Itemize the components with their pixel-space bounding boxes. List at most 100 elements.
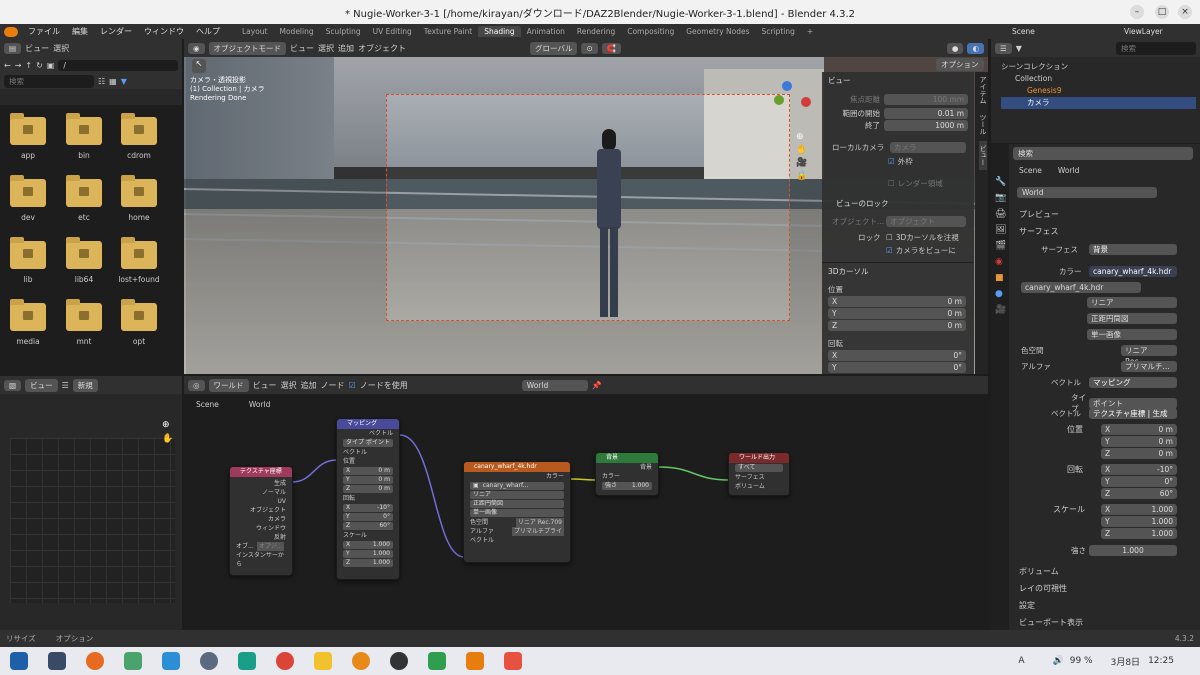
tab-scripting[interactable]: Scripting — [756, 26, 801, 37]
strength-field[interactable]: 1.000 — [1089, 545, 1177, 556]
color-field[interactable]: canary_wharf_4k.hdr — [1089, 266, 1177, 277]
tab-texture-paint[interactable]: Texture Paint — [418, 26, 478, 37]
vp-menu-add[interactable]: 追加 — [338, 43, 354, 54]
data-tab-icon[interactable]: 🎥 — [995, 302, 1006, 318]
volume-icon[interactable]: 🔊 — [1053, 656, 1064, 666]
menu-window[interactable]: ウィンドウ — [138, 26, 190, 37]
new-image-button[interactable]: 新規 — [72, 378, 98, 392]
type-select[interactable]: ポイント — [1089, 397, 1177, 409]
menu-edit[interactable]: 編集 — [66, 26, 94, 37]
fb-menu-select[interactable]: 選択 — [53, 43, 69, 54]
menu-render[interactable]: レンダー — [94, 26, 138, 37]
lock-3dcursor-checkbox[interactable]: ☐ — [886, 233, 893, 242]
prop-rot-z[interactable]: 60° — [1160, 488, 1173, 499]
render-tab-icon[interactable]: 📷 — [995, 190, 1006, 206]
prop-scale-z[interactable]: 1.000 — [1152, 528, 1173, 539]
folder-label-lost-found[interactable]: lost+found — [109, 275, 169, 284]
preview-section[interactable]: プレビュー — [1019, 209, 1059, 220]
tab-layout[interactable]: Layout — [236, 26, 274, 37]
vector2-field[interactable]: テクスチャ座標 | 生成 — [1089, 408, 1177, 419]
parent-icon[interactable]: ↑ — [25, 61, 32, 70]
folder-label-mnt[interactable]: mnt — [54, 337, 114, 346]
constraints-tab-icon[interactable]: ● — [995, 286, 1005, 302]
folder-icon[interactable] — [10, 299, 46, 331]
view-section-header[interactable]: ビュー — [822, 72, 974, 89]
tool-tab-icon[interactable]: 🔧 — [995, 174, 1006, 190]
prop-scale-y[interactable]: 1.000 — [1152, 516, 1173, 527]
store-icon[interactable] — [162, 652, 180, 670]
breadcrumb-scene[interactable]: Scene — [1019, 166, 1042, 175]
prop-loc-y[interactable]: 0 m — [1159, 436, 1173, 447]
vp-menu-object[interactable]: オブジェクト — [358, 43, 406, 54]
back-icon[interactable]: ← — [4, 61, 11, 70]
transform-orientation[interactable]: グローバル — [530, 41, 578, 55]
view-layer-tab-icon[interactable]: 🖼 — [995, 222, 1006, 238]
media-icon[interactable] — [352, 652, 370, 670]
folder-label-media[interactable]: media — [0, 337, 58, 346]
gizmo-z-icon[interactable] — [782, 81, 792, 91]
loc-z-field[interactable]: 0 m — [378, 485, 390, 493]
refresh-icon[interactable]: ↻ — [36, 61, 43, 70]
image-field[interactable]: canary_wharf_4k.hdr — [1021, 282, 1141, 293]
app-icon[interactable] — [238, 652, 256, 670]
node-editor[interactable]: ◎ ワールド ビュー 選択 追加 ノード ☑ ノードを使用 World 📌 Sc… — [184, 376, 988, 630]
prop-rot-x[interactable]: -10° — [1157, 464, 1173, 475]
gizmo-x-icon[interactable] — [801, 97, 811, 107]
object-tab-icon[interactable]: ■ — [995, 270, 1005, 286]
image-grid[interactable] — [10, 438, 175, 603]
editor-type-button[interactable]: ▧ — [4, 379, 22, 391]
folder-label-home[interactable]: home — [109, 213, 169, 222]
node-mapping[interactable]: マッピング ベクトル タイプ ポイント ベクトル 位置 X 0 m Y 0 m Z 0 … — [336, 418, 400, 580]
outside-checkbox[interactable]: ☑ — [888, 157, 895, 166]
spreadsheet-icon[interactable] — [428, 652, 446, 670]
settings-section[interactable]: 設定 — [1019, 600, 1035, 611]
display-mode-icon[interactable]: ☷ — [98, 77, 105, 86]
filter-icon[interactable]: ▼ — [1016, 44, 1022, 53]
add-workspace-button[interactable]: + — [801, 26, 819, 37]
folder-label-etc[interactable]: etc — [54, 213, 114, 222]
folder-label-lib64[interactable]: lib64 — [54, 275, 114, 284]
camera-item[interactable]: カメラ — [1001, 97, 1196, 109]
shading-solid-icon[interactable]: ● — [946, 42, 964, 54]
tab-animation[interactable]: Animation — [521, 26, 571, 37]
cursor-x-value[interactable]: 0 m — [948, 296, 962, 307]
lock-icon[interactable]: 🔒 — [796, 170, 807, 183]
folder-icon[interactable] — [66, 113, 102, 145]
node-texture-coordinate[interactable]: テクスチャ座標 生成 ノーマル UV オブジェクト カメラ ウィンドウ 反射 オ… — [229, 466, 293, 576]
focal-field[interactable]: 100 mm — [884, 94, 968, 105]
folder-label-dev[interactable]: dev — [0, 213, 58, 222]
interp-select[interactable]: リニア — [473, 491, 491, 499]
strength-field[interactable]: 1.000 — [632, 482, 649, 490]
image-field[interactable]: canary_wharf... — [483, 482, 529, 490]
3dcursor-header[interactable]: 3Dカーソル — [828, 266, 869, 277]
new-folder-icon[interactable]: ▣ — [47, 61, 55, 70]
vector-field[interactable]: マッピング — [1089, 377, 1177, 388]
forward-icon[interactable]: → — [15, 61, 22, 70]
menu-icon[interactable]: ☰ — [62, 381, 69, 390]
genesis9-item[interactable]: Genesis9 — [1001, 85, 1196, 97]
folder-icon[interactable] — [66, 299, 102, 331]
scale-x-field[interactable]: 1.000 — [373, 541, 390, 549]
tab-item[interactable]: アイテム — [979, 72, 987, 108]
rot-z-field[interactable]: 60° — [379, 522, 390, 530]
ie-view-mode[interactable]: ビュー — [25, 378, 58, 392]
surface-field[interactable]: 背景 — [1089, 244, 1177, 255]
loc-x-field[interactable]: 0 m — [378, 467, 390, 475]
editor-type-button[interactable]: ▤ — [4, 42, 22, 54]
extension-select[interactable]: 単一画像 — [1087, 329, 1177, 340]
node-environment-texture[interactable]: canary_wharf_4k.hdr カラー ▣ canary_wharf...… — [463, 461, 571, 563]
cursor-rx-value[interactable]: 0° — [953, 350, 962, 361]
colorspace-select[interactable]: リニア Rec.709 — [515, 518, 564, 527]
menu-help[interactable]: ヘルプ — [190, 26, 226, 37]
menu-file[interactable]: ファイル — [22, 26, 66, 37]
gizmo-y-icon[interactable] — [774, 95, 784, 105]
tab-compositing[interactable]: Compositing — [621, 26, 680, 37]
options-button[interactable]: オプション — [936, 58, 984, 71]
lock-object-field[interactable]: オブジェクト — [886, 216, 966, 227]
shading-rendered-icon[interactable]: ◐ — [967, 42, 984, 54]
colorspace-select[interactable]: リニア Rec.... — [1121, 345, 1177, 366]
files-icon[interactable] — [124, 652, 142, 670]
minimize-icon[interactable]: – — [1130, 5, 1144, 19]
outliner-search-input[interactable]: 検索 — [1116, 41, 1196, 55]
viewport-display-section[interactable]: ビューポート表示 — [1019, 617, 1083, 628]
